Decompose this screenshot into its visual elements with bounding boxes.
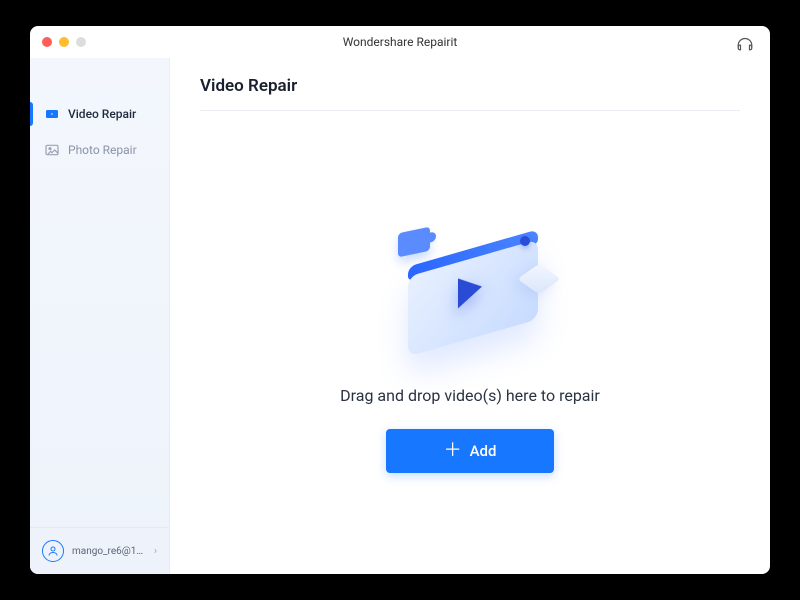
drop-prompt: Drag and drop video(s) here to repair (340, 386, 600, 405)
add-button-label: Add (470, 442, 497, 460)
window-controls (42, 37, 86, 47)
page-header: Video Repair (200, 58, 740, 111)
app-title: Wondershare Repairit (343, 35, 458, 49)
app-window: Wondershare Repairit (30, 26, 770, 574)
chevron-right-icon: › (154, 546, 157, 557)
photo-icon (44, 142, 60, 158)
sidebar-item-label: Video Repair (68, 107, 136, 121)
avatar-icon (42, 540, 64, 562)
sidebar-item-video-repair[interactable]: Video Repair (30, 96, 169, 132)
plus-icon: ＋ (444, 442, 462, 460)
sidebar-item-label: Photo Repair (68, 143, 137, 157)
sidebar-nav: Video Repair Photo Repair (30, 58, 169, 168)
support-icon[interactable] (736, 34, 754, 52)
account-row[interactable]: mango_re6@163.... › (30, 527, 169, 574)
minimize-window-button[interactable] (59, 37, 69, 47)
titlebar: Wondershare Repairit (30, 26, 770, 58)
close-window-button[interactable] (42, 37, 52, 47)
page-title: Video Repair (200, 76, 740, 96)
maximize-window-button[interactable] (76, 37, 86, 47)
sidebar-item-photo-repair[interactable]: Photo Repair (30, 132, 169, 168)
video-repair-illustration (370, 212, 570, 362)
drop-zone[interactable]: Drag and drop video(s) here to repair ＋ … (200, 111, 740, 574)
sidebar: Video Repair Photo Repair (30, 58, 170, 574)
add-button[interactable]: ＋ Add (386, 429, 554, 473)
video-icon (44, 106, 60, 122)
main-content: Video Repair Drag and drop video(s) here (170, 58, 770, 574)
account-name: mango_re6@163.... (72, 546, 146, 557)
